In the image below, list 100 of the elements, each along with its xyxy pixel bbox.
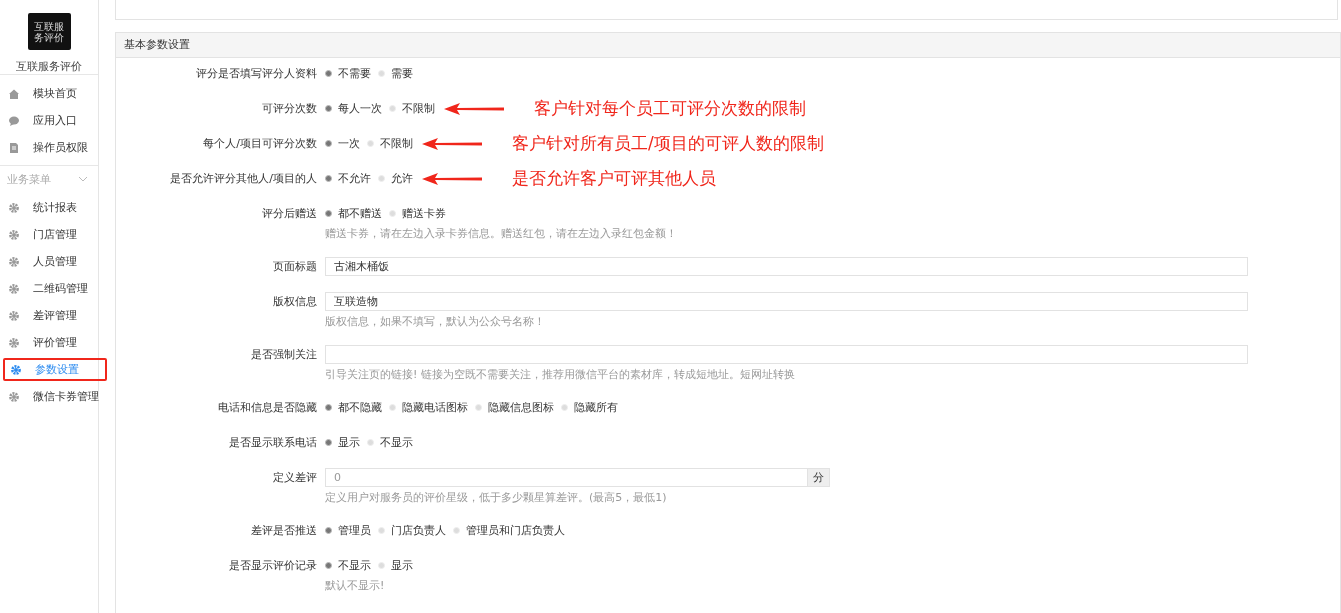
sidebar-item[interactable]: 参数设置 <box>3 358 107 381</box>
radio-option[interactable]: 需要 <box>378 66 413 81</box>
gear-icon <box>8 282 20 295</box>
annotation-text: 客户针对所有员工/项目的可评人数的限制 <box>512 132 824 155</box>
radio-option[interactable]: 显示 <box>325 435 360 450</box>
radio-button[interactable] <box>325 140 332 147</box>
sidebar-item[interactable]: 应用入口 <box>0 107 98 134</box>
chevron-icon <box>78 176 88 182</box>
sidebar-item[interactable]: 人员管理 <box>0 248 98 275</box>
sidebar-item[interactable]: 统计报表 <box>0 194 98 221</box>
radio-option[interactable]: 显示 <box>378 558 413 573</box>
field-label: 版权信息 <box>272 294 318 310</box>
radio-option[interactable]: 不显示 <box>367 435 413 450</box>
arrow-icon <box>422 136 482 151</box>
option-label: 显示 <box>391 558 413 573</box>
radio-option[interactable]: 不需要 <box>325 66 371 81</box>
number-field[interactable]: 0 <box>325 468 808 487</box>
gear-icon <box>8 228 20 241</box>
radio-button[interactable] <box>325 70 332 77</box>
option-label: 隐藏电话图标 <box>402 400 468 415</box>
field-label: 评分后赠送 <box>261 206 318 222</box>
radio-option[interactable]: 不限制 <box>389 101 435 116</box>
home-icon <box>8 87 20 100</box>
help-text: 定义用户对服务员的评价星级，低于多少颗星算差评。(最高5，最低1) <box>325 491 668 505</box>
radio-option[interactable]: 不限制 <box>367 136 413 151</box>
gear-icon <box>8 336 20 349</box>
field-label: 定义差评 <box>272 470 318 486</box>
option-label: 每人一次 <box>338 101 382 116</box>
radio-button[interactable] <box>325 210 332 217</box>
option-label: 不显示 <box>380 435 413 450</box>
gear-icon <box>8 390 20 403</box>
radio-button[interactable] <box>325 175 332 182</box>
arrow-icon <box>444 101 504 116</box>
radio-option[interactable]: 一次 <box>325 136 360 151</box>
radio-option[interactable]: 门店负责人 <box>378 523 446 538</box>
help-text: 引导关注页的链接! 链接为空既不需要关注，推荐用微信平台的素材库，转成短地址。短网址转换 <box>325 368 796 382</box>
option-label: 一次 <box>338 136 360 151</box>
unit-addon: 分 <box>808 468 830 487</box>
logo-text: 互联服务评价 <box>33 20 65 43</box>
help-text: 赠送卡券，请在左边入录卡券信息。赠送红包，请在左边入录红包金额！ <box>325 227 678 241</box>
radio-option[interactable]: 管理员 <box>325 523 371 538</box>
radio-option[interactable]: 隐藏电话图标 <box>389 400 468 415</box>
field-label: 可评分次数 <box>261 101 318 117</box>
option-label: 不限制 <box>402 101 435 116</box>
sidebar-item[interactable]: 门店管理 <box>0 221 98 248</box>
radio-option[interactable]: 不显示 <box>325 558 371 573</box>
arrow-icon <box>422 171 482 186</box>
field-label: 是否显示评价记录 <box>228 558 318 574</box>
option-label: 门店负责人 <box>391 523 446 538</box>
sidebar-item[interactable]: 操作员权限 <box>0 134 98 161</box>
field-label: 是否显示联系电话 <box>228 435 318 451</box>
sidebar-item[interactable]: 评价管理 <box>0 329 98 356</box>
radio-option[interactable]: 都不隐藏 <box>325 400 382 415</box>
radio-option[interactable]: 隐藏信息图标 <box>475 400 554 415</box>
option-label: 都不赠送 <box>338 206 382 221</box>
chat-bubble-icon <box>8 114 20 127</box>
option-label: 管理员 <box>338 523 371 538</box>
option-label: 需要 <box>391 66 413 81</box>
radio-button[interactable] <box>325 562 332 569</box>
gear-icon <box>8 255 20 268</box>
option-label: 允许 <box>391 171 413 186</box>
sidebar-item[interactable]: 微信卡券管理 <box>0 383 98 410</box>
option-label: 不允许 <box>338 171 371 186</box>
annotation-text: 客户针对每个员工可评分次数的限制 <box>534 97 806 120</box>
option-label: 不限制 <box>380 136 413 151</box>
text-field[interactable]: 互联造物 <box>325 292 1248 311</box>
text-field[interactable] <box>325 345 1248 364</box>
option-label: 不需要 <box>338 66 371 81</box>
radio-option[interactable]: 每人一次 <box>325 101 382 116</box>
radio-button[interactable] <box>325 105 332 112</box>
help-text: 默认不显示! <box>325 579 386 593</box>
sidebar-item[interactable]: 二维码管理 <box>0 275 98 302</box>
field-label: 电话和信息是否隐藏 <box>217 400 318 416</box>
option-label: 赠送卡券 <box>402 206 446 221</box>
radio-option[interactable]: 允许 <box>378 171 413 186</box>
option-label: 都不隐藏 <box>338 400 382 415</box>
option-label: 隐藏所有 <box>574 400 618 415</box>
radio-option[interactable]: 不允许 <box>325 171 371 186</box>
field-label: 每个人/项目可评分次数 <box>202 136 318 152</box>
panel-title: 基本参数设置 <box>116 33 1340 58</box>
annotation-text: 是否允许客户可评其他人员 <box>512 167 716 190</box>
sidebar-item[interactable]: 差评管理 <box>0 302 98 329</box>
field-label: 是否强制关注 <box>250 347 318 363</box>
app-name: 互联服务评价 <box>16 59 82 74</box>
radio-option[interactable]: 都不赠送 <box>325 206 382 221</box>
radio-option[interactable]: 隐藏所有 <box>561 400 618 415</box>
gear-icon <box>8 309 20 322</box>
text-field[interactable]: 古湘木桶饭 <box>325 257 1248 276</box>
radio-button[interactable] <box>325 404 332 411</box>
radio-option[interactable]: 赠送卡券 <box>389 206 446 221</box>
option-label: 不显示 <box>338 558 371 573</box>
document-icon <box>8 141 20 154</box>
sidebar-item[interactable]: 模块首页 <box>0 80 98 107</box>
radio-button[interactable] <box>325 527 332 534</box>
gear-icon <box>8 201 20 214</box>
option-label: 显示 <box>338 435 360 450</box>
field-label: 差评是否推送 <box>250 523 318 539</box>
radio-button[interactable] <box>325 439 332 446</box>
field-label: 是否允许评分其他人/项目的人 <box>169 171 318 187</box>
help-text: 版权信息，如果不填写，默认为公众号名称！ <box>325 315 546 329</box>
